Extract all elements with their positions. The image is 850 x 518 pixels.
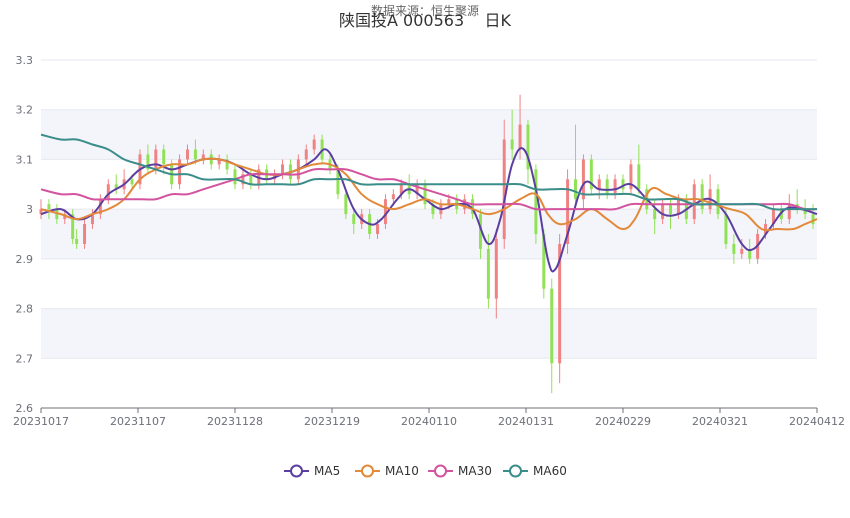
legend-marker	[509, 464, 522, 478]
candle-body	[376, 224, 380, 234]
grid-band	[41, 308, 817, 359]
candle-body	[653, 209, 657, 220]
candle-body	[130, 179, 134, 185]
background-bands	[41, 109, 817, 359]
candle-body	[75, 238, 79, 244]
candle-body	[233, 169, 237, 185]
candle-body	[518, 124, 522, 150]
candle-body	[740, 248, 744, 254]
x-axis: 20231017 20231107 20231128 20231219 20240110…	[13, 407, 845, 428]
legend-label: MA30	[458, 464, 492, 478]
x-tick-label: 20231128	[207, 415, 263, 428]
y-tick-label: 2.7	[16, 352, 34, 365]
candle-body	[178, 159, 182, 185]
y-tick-label: 3.1	[16, 153, 34, 166]
x-tick-label: 20240131	[498, 415, 554, 428]
ma30-line	[40, 168, 818, 211]
x-tick-label: 20231107	[110, 415, 166, 428]
candle-body	[352, 214, 356, 225]
y-tick-label: 3	[26, 203, 33, 216]
legend-label: MA10	[385, 464, 419, 478]
legend-marker	[361, 464, 374, 478]
candle-body	[787, 204, 791, 220]
candle-body	[597, 179, 601, 190]
x-tick-label: 20231017	[13, 415, 69, 428]
y-axis: 2.6 2.7 2.8 2.9 3 3.1 3.2 3.3	[16, 54, 34, 415]
legend-marker	[290, 464, 303, 478]
grid-band	[41, 109, 817, 160]
legend-label: MA5	[314, 464, 340, 478]
candle-body	[613, 179, 617, 195]
candle-body	[106, 184, 110, 200]
y-tick-label: 3.3	[16, 54, 34, 67]
candle-body	[550, 288, 554, 364]
candle-body	[605, 179, 609, 195]
candle-body	[304, 149, 308, 160]
candle-body	[344, 194, 348, 215]
grid-band	[41, 209, 817, 259]
legend-marker	[434, 464, 447, 478]
x-tick-label: 20240110	[401, 415, 457, 428]
candle-body	[669, 204, 673, 215]
candle-body	[811, 214, 815, 225]
candle-body	[716, 189, 720, 215]
candle-body	[47, 204, 51, 210]
candle-body	[637, 164, 641, 190]
x-tick-label: 20240229	[595, 415, 651, 428]
candle-body	[154, 149, 158, 170]
candle-body	[676, 199, 680, 215]
y-tick-label: 2.6	[16, 402, 34, 415]
candle-body	[185, 149, 189, 160]
candle-body	[391, 194, 395, 200]
legend[interactable]: MA5 MA10 MA30 MA60	[284, 464, 567, 478]
legend-item-ma30[interactable]: MA30	[428, 464, 492, 478]
candle-body	[423, 184, 427, 205]
legend-item-ma10[interactable]: MA10	[355, 464, 419, 478]
candle-body	[692, 184, 696, 220]
candle-body	[486, 248, 490, 299]
candle-body	[732, 243, 736, 254]
candle-body	[162, 149, 166, 165]
candle-body	[724, 214, 728, 244]
y-tick-label: 3.2	[16, 104, 34, 117]
candle-body	[510, 139, 514, 150]
candle-body	[661, 204, 665, 220]
candle-body	[383, 199, 387, 225]
y-tick-label: 2.9	[16, 253, 34, 266]
y-tick-label: 2.8	[16, 303, 34, 316]
candle-body	[494, 238, 498, 299]
candle-body	[502, 139, 506, 239]
legend-item-ma5[interactable]: MA5	[284, 464, 340, 478]
candle-body	[573, 179, 577, 200]
candlestick-chart: 2.62.72.82.933.13.23.3 20231017 20231107 2…	[13, 54, 845, 478]
candle-body	[83, 224, 87, 244]
candle-body	[534, 169, 538, 234]
legend-item-ma60[interactable]: MA60	[503, 464, 567, 478]
candle-body	[193, 149, 197, 160]
x-tick-label: 20231219	[304, 415, 360, 428]
candle-body	[281, 164, 285, 175]
legend-label: MA60	[533, 464, 567, 478]
candle-body	[312, 139, 316, 150]
x-tick-label: 20240321	[692, 415, 748, 428]
x-tick-label: 20240412	[789, 415, 845, 428]
